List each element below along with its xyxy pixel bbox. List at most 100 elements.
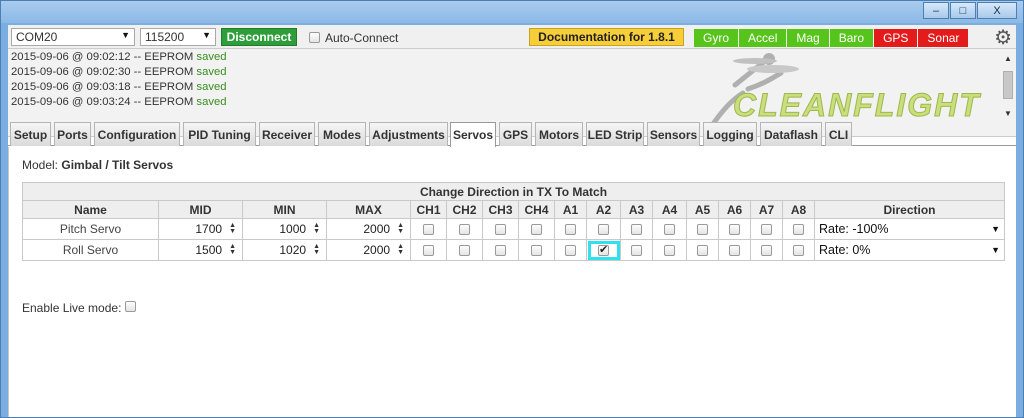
channel-checkbox[interactable] — [598, 224, 609, 236]
channel-checkbox[interactable] — [423, 224, 434, 236]
channel-checkbox[interactable] — [598, 243, 609, 257]
tab-cli[interactable]: CLI — [825, 122, 852, 146]
spinner-icon[interactable]: ▲ ▼ — [313, 222, 320, 235]
spinner-icon[interactable]: ▲ ▼ — [397, 222, 404, 235]
scroll-up-icon[interactable]: ▲ — [1004, 54, 1012, 63]
scroll-thumb[interactable] — [1003, 71, 1013, 99]
maximize-button[interactable]: □ — [950, 2, 976, 19]
servos-panel: Model: Gimbal / Tilt Servos Change Direc… — [8, 147, 1016, 417]
channel-checkbox[interactable] — [565, 224, 576, 236]
tab-gps[interactable]: GPS — [499, 122, 532, 146]
channel-checkbox[interactable] — [729, 245, 740, 257]
col-a2: A2 — [586, 200, 621, 219]
tab-dataflash[interactable]: Dataflash — [760, 122, 822, 146]
tab-bar: Setup Ports Configuration PID Tuning Rec… — [8, 122, 1016, 147]
spinner-icon[interactable]: ▲ ▼ — [229, 243, 236, 256]
tab-setup[interactable]: Setup — [10, 122, 51, 146]
channel-checkbox[interactable] — [565, 245, 576, 257]
live-mode-checkbox[interactable] — [125, 301, 137, 313]
table-row: Pitch Servo 1700 ▲ ▼ 1000 ▲ ▼ 2000 ▲ ▼ R… — [22, 218, 1005, 240]
mid-stepper[interactable]: 1500 ▲ ▼ — [158, 239, 243, 261]
channel-checkbox[interactable] — [697, 224, 708, 236]
gear-icon[interactable]: ⚙ — [994, 25, 1012, 50]
spinner-icon[interactable]: ▲ ▼ — [313, 243, 320, 256]
col-ch4: CH4 — [518, 200, 555, 219]
port-select[interactable]: COM20 ▼ — [11, 28, 135, 46]
channel-checkbox[interactable] — [664, 245, 675, 257]
tab-led-strip[interactable]: LED Strip — [586, 122, 644, 146]
auto-connect-label: Auto-Connect — [325, 31, 399, 45]
channel-checkbox[interactable] — [631, 224, 642, 236]
scroll-down-icon[interactable]: ▼ — [1004, 109, 1012, 118]
tab-configuration[interactable]: Configuration — [94, 122, 180, 146]
max-stepper[interactable]: 2000 ▲ ▼ — [326, 218, 411, 240]
tab-adjustments[interactable]: Adjustments — [369, 122, 448, 146]
min-value: 1000 — [279, 222, 307, 236]
channel-checkbox[interactable] — [531, 245, 542, 257]
channel-checkbox[interactable] — [495, 245, 506, 257]
col-ch1: CH1 — [410, 200, 447, 219]
col-a5: A5 — [686, 200, 719, 219]
channel-checkbox[interactable] — [531, 224, 542, 236]
channel-checkbox[interactable] — [729, 224, 740, 236]
log-status: saved — [196, 51, 227, 63]
window-controls: – □ X — [923, 2, 1017, 19]
direction-select[interactable]: Rate: 0% ▼ — [814, 239, 1005, 261]
minimize-button[interactable]: – — [923, 2, 949, 19]
channel-checkbox[interactable] — [761, 245, 772, 257]
tab-servos[interactable]: Servos — [450, 122, 496, 147]
channel-cell — [718, 218, 751, 240]
baud-select[interactable]: 115200 ▼ — [140, 28, 216, 46]
col-a3: A3 — [620, 200, 653, 219]
sensor-mag: Mag — [787, 29, 829, 47]
log-lines: 2015-09-06 @ 09:02:12 -- EEPROM saved 20… — [11, 50, 227, 110]
tab-logging[interactable]: Logging — [703, 122, 757, 146]
channel-cell — [554, 239, 587, 261]
min-stepper[interactable]: 1000 ▲ ▼ — [242, 218, 327, 240]
spinner-icon[interactable]: ▲ ▼ — [229, 222, 236, 235]
chevron-down-icon: ▼ — [991, 224, 1000, 234]
tab-pid-tuning[interactable]: PID Tuning — [183, 122, 256, 146]
documentation-button[interactable]: Documentation for 1.8.1 — [529, 28, 684, 46]
live-mode-label: Enable Live mode: — [22, 301, 122, 315]
direction-select[interactable]: Rate: -100% ▼ — [814, 218, 1005, 240]
auto-connect-checkbox[interactable] — [309, 32, 320, 44]
toolbar: COM20 ▼ 115200 ▼ Disconnect Auto-Connect… — [8, 25, 1016, 49]
min-value: 1020 — [279, 243, 307, 257]
close-button[interactable]: X — [977, 2, 1017, 19]
mid-stepper[interactable]: 1700 ▲ ▼ — [158, 218, 243, 240]
tab-sensors[interactable]: Sensors — [647, 122, 700, 146]
channel-cell — [518, 218, 555, 240]
channel-checkbox[interactable] — [793, 245, 804, 257]
max-stepper[interactable]: 2000 ▲ ▼ — [326, 239, 411, 261]
channel-checkbox[interactable] — [664, 224, 675, 236]
auto-connect-toggle[interactable]: Auto-Connect — [309, 31, 398, 45]
channel-checkbox[interactable] — [697, 245, 708, 257]
tab-ports[interactable]: Ports — [54, 122, 91, 146]
disconnect-button[interactable]: Disconnect — [221, 28, 297, 46]
channel-checkbox[interactable] — [793, 224, 804, 236]
live-mode-toggle[interactable]: Enable Live mode: — [22, 301, 137, 315]
log-status: saved — [196, 66, 227, 78]
sensor-baro: Baro — [829, 29, 874, 47]
table-row: Roll Servo 1500 ▲ ▼ 1020 ▲ ▼ 2000 ▲ ▼ ✔ … — [22, 239, 1005, 261]
col-a6: A6 — [718, 200, 751, 219]
col-ch3: CH3 — [482, 200, 519, 219]
channel-cell-highlighted — [586, 239, 621, 261]
sensor-gps: GPS — [874, 29, 918, 47]
channel-checkbox[interactable] — [761, 224, 772, 236]
channel-checkbox[interactable] — [495, 224, 506, 236]
channel-checkbox[interactable] — [459, 245, 470, 257]
tab-modes[interactable]: Modes — [318, 122, 366, 146]
tab-receiver[interactable]: Receiver — [259, 122, 315, 146]
spinner-icon[interactable]: ▲ ▼ — [397, 243, 404, 256]
channel-checkbox[interactable] — [459, 224, 470, 236]
channel-cell — [782, 218, 815, 240]
channel-checkbox[interactable] — [631, 245, 642, 257]
channel-checkbox[interactable] — [423, 245, 434, 257]
min-stepper[interactable]: 1020 ▲ ▼ — [242, 239, 327, 261]
channel-cell — [518, 239, 555, 261]
tab-motors[interactable]: Motors — [535, 122, 583, 146]
col-max: MAX — [326, 200, 411, 219]
col-direction: Direction — [814, 200, 1005, 219]
